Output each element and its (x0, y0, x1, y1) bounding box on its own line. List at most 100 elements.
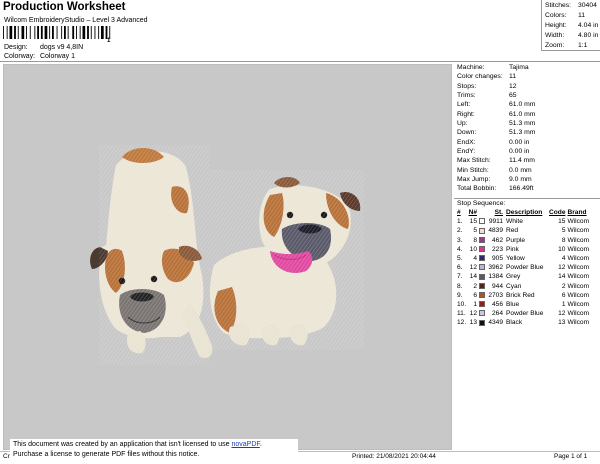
summary-row: Colors: 11 (545, 11, 600, 21)
color-swatch (479, 319, 485, 326)
stop-index: 9. (457, 291, 463, 299)
color-code: 6 (561, 291, 566, 299)
summary-row: Width: 4.80 in (545, 31, 600, 41)
summary-value: 1:1 (578, 42, 588, 49)
color-swatch-cell (479, 300, 487, 309)
thread-brand: Wilcom (567, 291, 590, 299)
thread-brand: Wilcom (567, 273, 590, 281)
color-swatch-cell (479, 291, 487, 300)
license-notice-period: . (259, 441, 262, 448)
design-canvas (3, 64, 452, 450)
summary-panel: Stitches: 30404 Colors: 11 Height: 4.04 in Wid… (541, 0, 600, 51)
machine-row: Min Stitch: 0.0 mm (457, 166, 600, 175)
color-swatch-cell (479, 272, 487, 281)
color-description: Powder Blue (506, 264, 544, 272)
color-swatch (479, 255, 485, 262)
needle-number: 6 (473, 291, 477, 299)
stop-index: 5. (457, 255, 463, 263)
color-description: Red (506, 227, 519, 235)
machine-label: Up: (457, 120, 468, 128)
machine-label: EndY: (457, 148, 476, 156)
needle-number: 4 (473, 255, 477, 263)
color-swatch (479, 264, 485, 271)
stitch-count: 456 (491, 301, 503, 309)
machine-value: 11 (509, 73, 517, 81)
color-code: 2 (561, 282, 566, 290)
summary-label: Height: (545, 22, 567, 29)
machine-label: Max Jump: (457, 176, 491, 184)
color-swatch (479, 292, 485, 299)
thread-brand: Wilcom (567, 319, 590, 327)
color-code: 8 (561, 236, 566, 244)
machine-row: Total Bobbin: 166.49ft (457, 184, 600, 193)
license-notice: This document was created by an applicat… (10, 439, 298, 461)
stitch-count: 905 (491, 255, 503, 263)
color-code: 10 (558, 245, 566, 253)
color-swatch (479, 236, 485, 243)
stop-sequence-panel: Stop Sequence: # N# St. Description Code… (454, 198, 600, 328)
machine-info-panel: Machine: Tajima Color changes: 11 Stops: 12 Tr… (454, 63, 600, 194)
stitch-count: 9911 (488, 218, 503, 226)
colorway-row: Colorway: Colorway 1 (4, 53, 75, 60)
stop-index: 2. (457, 227, 463, 235)
page-number: Page 1 of 1 (554, 453, 588, 460)
color-description: Cyan (506, 282, 522, 290)
machine-row: Trims: 65 (457, 91, 600, 100)
machine-row: Stops: 12 (457, 82, 600, 91)
machine-value: 65 (509, 92, 517, 100)
license-notice-line2: Purchase a license to generate PDF files… (13, 451, 200, 458)
table-row: 5. 4 905 Yellow 4 Wilcom (457, 254, 597, 263)
color-swatch (479, 246, 485, 253)
colorway-label: Colorway: (4, 53, 36, 60)
summary-label: Zoom: (545, 42, 565, 49)
machine-label: Stops: (457, 82, 477, 90)
needle-number: 14 (469, 273, 477, 281)
barcode-number: 1 (107, 38, 111, 44)
color-swatch-cell (479, 309, 487, 318)
color-code: 12 (558, 264, 566, 272)
stop-sequence-table: # N# St. Description Code Brand 1. 15 9911… (457, 208, 597, 328)
color-swatch-cell (479, 226, 487, 235)
color-code: 12 (558, 310, 566, 318)
color-swatch (479, 301, 485, 308)
color-swatch-cell (479, 236, 487, 245)
footer-left-text: Cr (3, 453, 10, 460)
table-row: 4. 10 223 Pink 10 Wilcom (457, 245, 597, 254)
color-swatch-cell (479, 263, 487, 272)
color-code: 15 (558, 218, 566, 226)
stop-index: 8. (457, 282, 463, 290)
stop-index: 6. (457, 264, 463, 272)
machine-value: 12 (509, 82, 517, 90)
machine-label: Machine: (457, 64, 485, 71)
needle-number: 8 (473, 236, 477, 244)
stop-sequence-title: Stop Sequence: (457, 200, 506, 207)
stitch-count: 944 (491, 282, 503, 290)
machine-value: 0.00 in (509, 138, 530, 146)
machine-label: Right: (457, 110, 475, 118)
machine-label: Color changes: (457, 73, 503, 81)
needle-number: 1 (473, 301, 477, 309)
right-dog-embroidery (209, 170, 364, 350)
design-value: dogs v9 4,8IN (39, 44, 84, 51)
color-code: 13 (558, 319, 566, 327)
machine-value: 11.4 mm (509, 157, 535, 165)
summary-value: 30404 (578, 2, 597, 9)
thread-brand: Wilcom (567, 301, 590, 309)
color-swatch (479, 218, 485, 225)
novapdf-link[interactable]: novaPDF (231, 441, 259, 448)
summary-value: 4.04 in (578, 22, 599, 29)
color-code: 4 (561, 255, 566, 263)
needle-number: 15 (469, 218, 477, 226)
needle-number: 10 (469, 245, 477, 253)
summary-row: Zoom: 1:1 (545, 41, 600, 51)
needle-number: 5 (473, 227, 477, 235)
stitch-count: 1384 (488, 273, 503, 281)
table-row: 8. 2 944 Cyan 2 Wilcom (457, 282, 597, 291)
embroidery-preview (90, 145, 364, 365)
table-row: 9. 6 2703 Brick Red 6 Wilcom (457, 291, 597, 300)
license-notice-line1: This document was created by an applicat… (13, 440, 295, 450)
color-swatch (479, 310, 485, 317)
design-row: Design: dogs v9 4,8IN (4, 44, 83, 51)
color-code: 14 (558, 273, 566, 281)
stop-index: 3. (457, 236, 463, 244)
